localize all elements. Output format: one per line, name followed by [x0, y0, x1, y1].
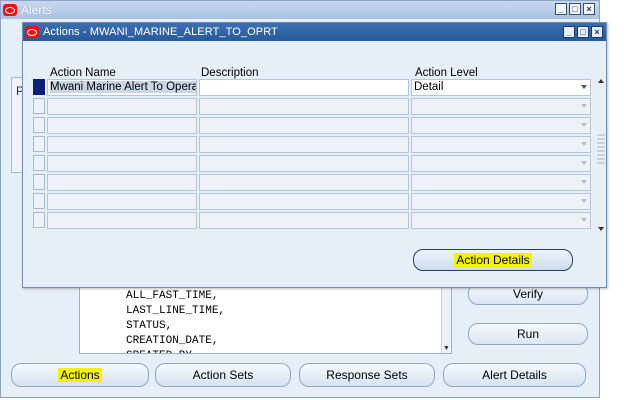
- action-details-button[interactable]: Action Details: [413, 249, 573, 271]
- scroll-down-icon[interactable]: ▼: [443, 345, 450, 352]
- record-indicator[interactable]: [33, 193, 45, 209]
- description-cell[interactable]: [199, 117, 409, 134]
- record-indicator[interactable]: [33, 117, 45, 133]
- record-indicator[interactable]: [33, 155, 45, 171]
- close-icon[interactable]: ×: [591, 26, 603, 38]
- alert-details-button[interactable]: Alert Details: [443, 363, 586, 387]
- alerts-title-bar[interactable]: Alerts _ □ ×: [1, 1, 599, 19]
- record-indicator[interactable]: [33, 136, 45, 152]
- code-scrollbar[interactable]: ▼: [441, 282, 451, 353]
- minimize-icon[interactable]: _: [555, 3, 567, 15]
- description-cell[interactable]: [199, 79, 409, 96]
- close-icon[interactable]: ×: [583, 3, 595, 15]
- scroll-down-icon[interactable]: [598, 227, 604, 231]
- select-statement-field[interactable]: ALL_FAST_TIME, LAST_LINE_TIME, STATUS, C…: [79, 281, 452, 354]
- column-header-action-level: Action Level: [415, 67, 478, 79]
- response-sets-button[interactable]: Response Sets: [299, 363, 435, 387]
- action-level-select[interactable]: [411, 155, 591, 172]
- dropdown-arrow-icon: [581, 85, 587, 89]
- scroll-thumb[interactable]: [597, 134, 605, 166]
- dropdown-arrow-icon: [581, 180, 587, 184]
- action-name-cell[interactable]: [47, 136, 197, 153]
- action-level-select[interactable]: [411, 174, 591, 191]
- dropdown-arrow-icon: [581, 123, 587, 127]
- action-level-select[interactable]: [411, 212, 591, 229]
- action-level-select[interactable]: Detail: [411, 79, 591, 96]
- record-indicator[interactable]: [33, 212, 45, 228]
- description-cell[interactable]: [199, 98, 409, 115]
- run-button[interactable]: Run: [468, 323, 588, 345]
- action-name-cell[interactable]: [47, 117, 197, 134]
- action-level-select[interactable]: [411, 98, 591, 115]
- actions-button[interactable]: Actions: [11, 363, 149, 387]
- actions-window: Actions - MWANI_MARINE_ALERT_TO_OPRT _ □…: [22, 22, 607, 288]
- action-level-select[interactable]: [411, 136, 591, 153]
- action-name-cell[interactable]: [47, 98, 197, 115]
- grid-scrollbar[interactable]: [597, 79, 607, 231]
- maximize-icon[interactable]: □: [577, 26, 589, 38]
- actions-window-title: Actions - MWANI_MARINE_ALERT_TO_OPRT: [43, 26, 278, 38]
- description-cell[interactable]: [199, 155, 409, 172]
- maximize-icon[interactable]: □: [569, 3, 581, 15]
- scroll-up-icon[interactable]: [598, 79, 604, 83]
- action-sets-label: Action Sets: [192, 368, 254, 382]
- select-statement-text: ALL_FAST_TIME, LAST_LINE_TIME, STATUS, C…: [126, 290, 226, 353]
- dropdown-arrow-icon: [581, 199, 587, 203]
- action-name-cell[interactable]: [47, 193, 197, 210]
- action-name-cell[interactable]: [47, 212, 197, 229]
- alerts-window-title: Alerts: [21, 3, 52, 17]
- record-indicator[interactable]: [33, 98, 45, 114]
- description-cell[interactable]: [199, 212, 409, 229]
- response-sets-label: Response Sets: [326, 368, 408, 382]
- actions-title-bar[interactable]: Actions - MWANI_MARINE_ALERT_TO_OPRT _ □…: [23, 23, 606, 41]
- action-details-label: Action Details: [454, 253, 532, 267]
- alert-details-label: Alert Details: [482, 368, 547, 382]
- record-indicator[interactable]: [33, 79, 45, 95]
- description-cell[interactable]: [199, 136, 409, 153]
- run-label: Run: [516, 327, 539, 341]
- oracle-app-icon: [3, 4, 17, 16]
- action-level-select[interactable]: [411, 193, 591, 210]
- action-name-cell[interactable]: Mwani Marine Alert To Operatoic: [47, 79, 197, 96]
- dropdown-arrow-icon: [581, 161, 587, 165]
- description-cell[interactable]: [199, 174, 409, 191]
- column-header-description: Description: [201, 67, 259, 79]
- action-sets-button[interactable]: Action Sets: [155, 363, 291, 387]
- actions-label: Actions: [58, 368, 102, 382]
- minimize-icon[interactable]: _: [563, 26, 575, 38]
- column-header-action-name: Action Name: [50, 67, 116, 79]
- action-level-select[interactable]: [411, 117, 591, 134]
- record-indicator[interactable]: [33, 174, 45, 190]
- action-name-cell[interactable]: [47, 155, 197, 172]
- dropdown-arrow-icon: [581, 104, 587, 108]
- oracle-app-icon: [25, 26, 39, 38]
- dropdown-arrow-icon: [581, 218, 587, 222]
- dropdown-arrow-icon: [581, 142, 587, 146]
- description-cell[interactable]: [199, 193, 409, 210]
- action-name-cell[interactable]: [47, 174, 197, 191]
- verify-label: Verify: [512, 287, 543, 301]
